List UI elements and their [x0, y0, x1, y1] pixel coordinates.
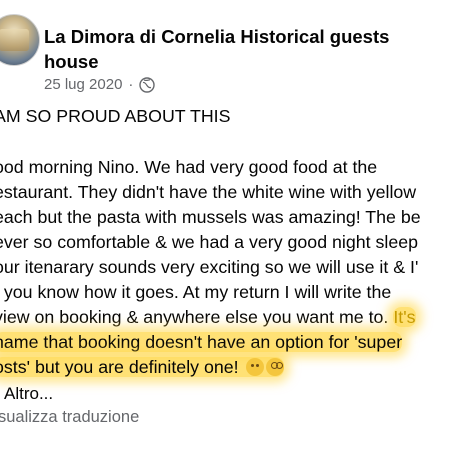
- meta-separator: ·: [128, 76, 134, 93]
- post-headline: AM SO PROUD ABOUT THIS: [0, 106, 231, 126]
- author-name[interactable]: La Dimora di Cornelia Historical guests …: [44, 24, 444, 74]
- post-line: view on booking & anywhere else you want…: [0, 307, 394, 327]
- post-body: AM SO PROUD ABOUT THIS ood morning Nino.…: [0, 104, 450, 380]
- globe-icon[interactable]: [139, 76, 156, 93]
- post-date[interactable]: 25 lug 2020: [44, 76, 122, 93]
- post-line-with-highlight-start: view on booking & anywhere else you want…: [0, 305, 450, 330]
- nerd-face-icon: [265, 358, 284, 376]
- highlighted-line: hame that booking doesn't have an option…: [0, 330, 450, 355]
- post-line: estaurant. They didn't have the white wi…: [0, 182, 417, 202]
- post-line: each but the pasta with mussels was amaz…: [0, 207, 421, 227]
- highlight-start: It's: [393, 307, 416, 327]
- highlighted-line: osts' but you are definitely one!: [0, 355, 450, 380]
- post-line: our itenarary sounds very exciting so we…: [0, 257, 419, 277]
- highlighted-text-end: osts' but you are definitely one!: [0, 357, 284, 377]
- highlighted-text: osts' but you are definitely one!: [0, 357, 244, 377]
- post-line: ood morning Nino. We had very good food …: [0, 157, 378, 177]
- see-translation-link[interactable]: sualizza traduzione: [0, 408, 139, 427]
- see-more-link[interactable]: Altro...: [4, 384, 53, 404]
- smiling-face-icon: [245, 358, 264, 376]
- post-line: ever so comfortable & we had a very good…: [0, 232, 419, 252]
- page-avatar[interactable]: [0, 14, 40, 66]
- post-meta: 25 lug 2020 ·: [44, 76, 156, 93]
- highlighted-text: hame that booking doesn't have an option…: [0, 332, 403, 352]
- post-line: t you know how it goes. At my return I w…: [0, 282, 392, 302]
